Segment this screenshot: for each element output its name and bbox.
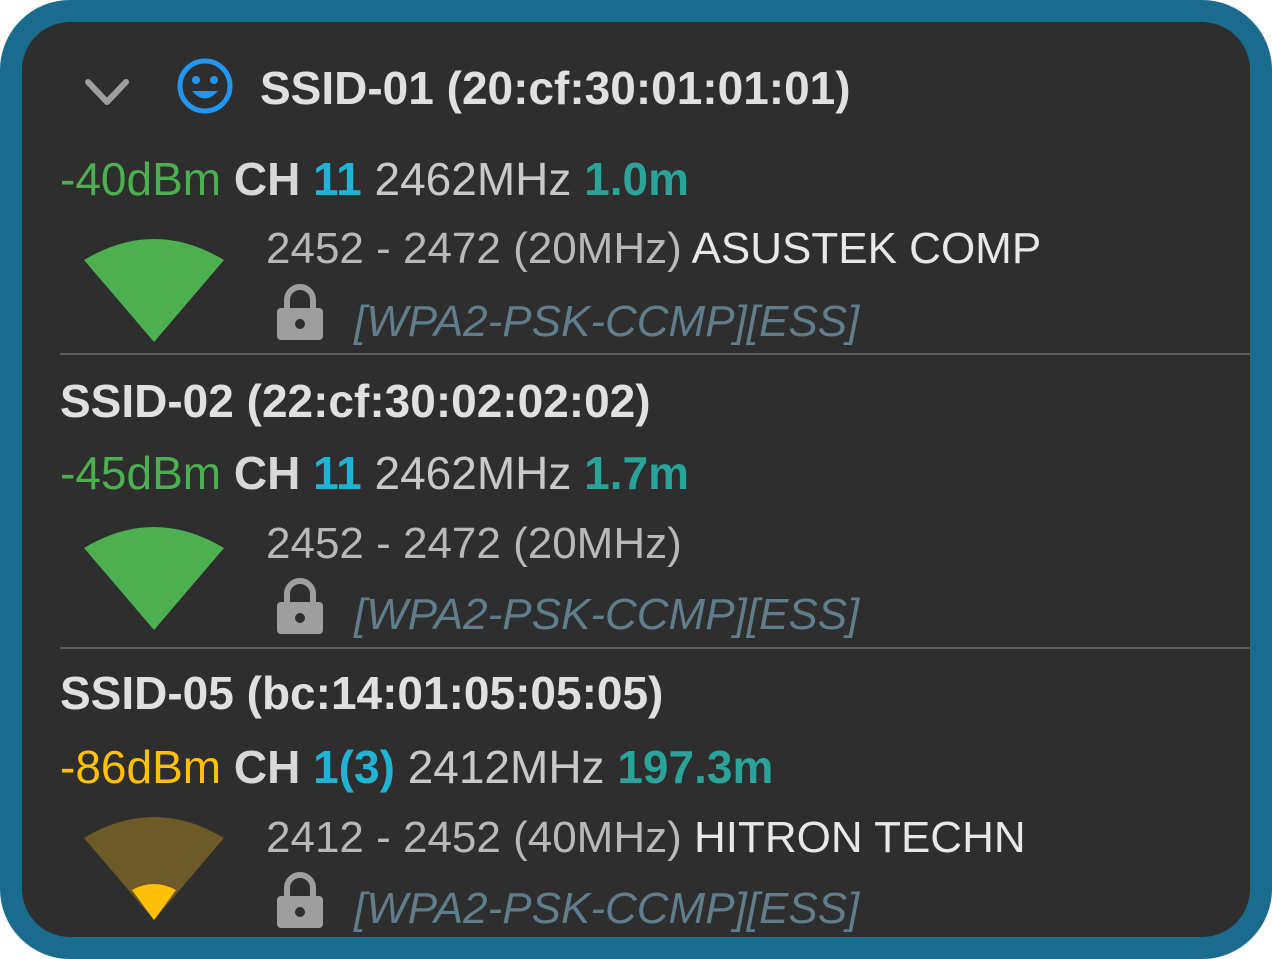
distance: 197.3m — [617, 741, 774, 793]
signal-strength-icon — [84, 808, 224, 928]
security-capabilities: [WPA2-PSK-CCMP][ESS] — [354, 884, 860, 933]
signal-strength-icon — [84, 518, 224, 638]
channel-number: 1(3) — [313, 741, 395, 793]
signal-info-line: -40dBm CH 11 2462MHz 1.0m — [60, 156, 689, 202]
lock-icon — [274, 284, 326, 342]
frequency-range: 2412 - 2452 (40MHz) HITRON TECHN — [266, 816, 1026, 860]
signal-strength-icon — [84, 230, 224, 350]
network-list-panel: SSID-01 (20:cf:30:01:01:01) -40dBm CH 11… — [0, 0, 1272, 959]
vendor-name: ASUSTEK COMP — [691, 224, 1042, 273]
security-capabilities: [WPA2-PSK-CCMP][ESS] — [354, 297, 860, 346]
network-title[interactable]: SSID-01 (20:cf:30:01:01:01) — [260, 65, 851, 111]
network-title[interactable]: SSID-05 (bc:14:01:05:05:05) — [60, 670, 663, 716]
frequency-range: 2452 - 2472 (20MHz) ASUSTEK COMP — [266, 227, 1041, 271]
frequency-range: 2452 - 2472 (20MHz) — [266, 522, 682, 566]
divider — [60, 353, 1250, 355]
divider — [60, 647, 1250, 649]
chevron-down-icon[interactable] — [80, 74, 134, 114]
channel-label: CH — [233, 153, 301, 205]
lock-icon — [274, 872, 326, 930]
signal-strength-dbm: -45dBm — [60, 447, 222, 499]
vendor-name: HITRON TECHN — [694, 813, 1026, 862]
frequency-range-text: 2412 - 2452 (40MHz) — [266, 813, 682, 862]
channel-label: CH — [233, 447, 301, 499]
frequency: 2412MHz — [407, 741, 605, 793]
security-capabilities: [WPA2-PSK-CCMP][ESS] — [354, 590, 860, 639]
lock-icon — [274, 578, 326, 636]
distance: 1.0m — [584, 153, 690, 205]
channel-label: CH — [233, 741, 301, 793]
frequency-range-text: 2452 - 2472 (20MHz) — [266, 224, 682, 273]
signal-strength-dbm: -40dBm — [60, 153, 222, 205]
distance: 1.7m — [584, 447, 690, 499]
connected-smiley-icon — [175, 56, 235, 116]
signal-info-line: -86dBm CH 1(3) 2412MHz 197.3m — [60, 744, 773, 790]
frequency: 2462MHz — [374, 447, 572, 499]
frequency: 2462MHz — [374, 153, 572, 205]
signal-strength-dbm: -86dBm — [60, 741, 222, 793]
network-title[interactable]: SSID-02 (22:cf:30:02:02:02) — [60, 378, 651, 424]
frequency-range-text: 2452 - 2472 (20MHz) — [266, 519, 682, 568]
channel-number: 11 — [313, 447, 362, 499]
signal-info-line: -45dBm CH 11 2462MHz 1.7m — [60, 450, 689, 496]
channel-number: 11 — [313, 153, 362, 205]
